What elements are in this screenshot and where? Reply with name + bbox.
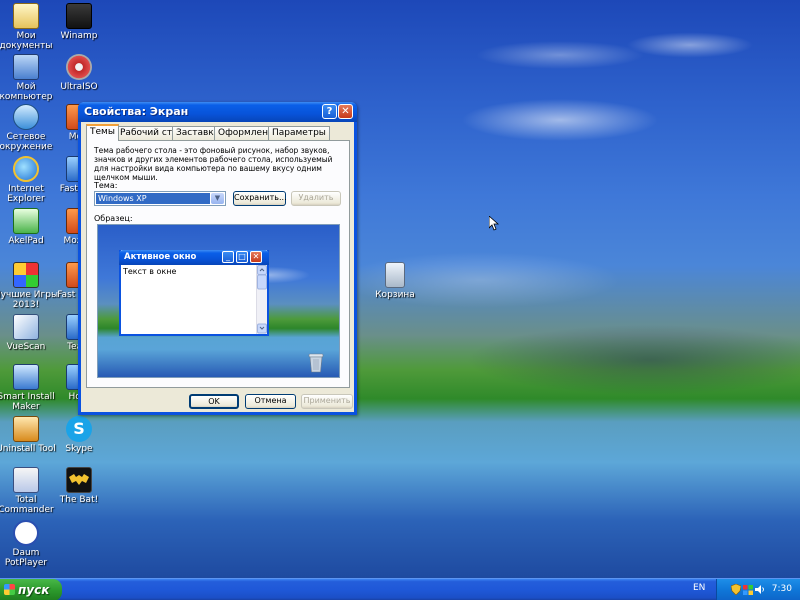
- theme-dropdown-value: Windows XP: [96, 193, 210, 204]
- help-button[interactable]: ?: [322, 104, 337, 119]
- close-button[interactable]: ✕: [338, 104, 353, 119]
- icon-label: Daum PotPlayer: [4, 548, 48, 568]
- desktop-icon-skype[interactable]: S Skype: [44, 416, 114, 454]
- folder-docs-icon: [13, 3, 39, 29]
- preview-window-title: Активное окно: [124, 252, 197, 262]
- icon-label: Корзина: [375, 290, 415, 300]
- mouse-cursor-icon: [489, 216, 499, 231]
- scanner-icon: [13, 314, 39, 340]
- close-icon: ✕: [250, 251, 262, 263]
- recycle-bin-icon: [385, 262, 405, 288]
- preview-window-text: Текст в окне: [123, 267, 177, 276]
- dialog-titlebar[interactable]: Свойства: Экран ? ✕: [78, 102, 357, 122]
- ie-icon: [13, 156, 39, 182]
- notepad-icon: [13, 208, 39, 234]
- theme-description: Тема рабочего стола - это фоновый рисуно…: [94, 146, 333, 182]
- ok-button[interactable]: OK: [189, 394, 239, 409]
- apply-button[interactable]: Применить: [301, 394, 353, 409]
- tab-themes[interactable]: Темы: [86, 124, 119, 141]
- volume-icon[interactable]: [755, 584, 765, 595]
- language-indicator[interactable]: EN: [693, 583, 705, 593]
- desktop-icon-recycle-bin[interactable]: Корзина: [360, 262, 430, 300]
- theme-label: Тема:: [94, 181, 118, 190]
- icon-label: Skype: [65, 444, 93, 454]
- windows-logo-icon: [4, 584, 15, 595]
- theme-dropdown[interactable]: Windows XP ▼: [94, 191, 226, 206]
- chevron-down-icon[interactable]: ▼: [211, 193, 224, 204]
- desktop[interactable]: Мои документы Мой компьютер Сетевое окру…: [0, 0, 800, 578]
- bat-icon: [66, 467, 92, 493]
- dialog-title: Свойства: Экран: [84, 105, 189, 118]
- display-properties-dialog[interactable]: Свойства: Экран ? ✕ Темы Рабочий стол За…: [78, 102, 357, 415]
- preview-window: Активное окно _ □ ✕ Текст в окне: [119, 250, 269, 336]
- player-icon: [13, 520, 39, 546]
- icon-label: UltraISO: [60, 82, 98, 92]
- themes-panel: Тема рабочего стола - это фоновый рисуно…: [86, 140, 350, 388]
- computer-icon: [13, 54, 39, 80]
- preview-titlebar: Активное окно _ □ ✕: [119, 250, 269, 265]
- floppy-icon: [13, 467, 39, 493]
- network-icon: [13, 104, 39, 130]
- preview-recycle-bin-icon: [308, 353, 324, 373]
- windows-update-icon[interactable]: [743, 584, 753, 595]
- security-shield-icon[interactable]: [731, 584, 741, 595]
- minimize-icon: _: [222, 251, 234, 263]
- icon-label: Winamp: [60, 31, 98, 41]
- theme-preview: Активное окно _ □ ✕ Текст в окне: [97, 224, 340, 378]
- sample-label: Образец:: [94, 214, 133, 223]
- installer-icon: [13, 364, 39, 390]
- desktop-icon-ultraiso[interactable]: UltraISO: [44, 54, 114, 92]
- desktop-icon-winamp[interactable]: Winamp: [44, 3, 114, 41]
- winamp-icon: [66, 3, 92, 29]
- uninstaller-icon: [13, 416, 39, 442]
- icon-label: The Bat!: [59, 495, 99, 505]
- desktop-icon-the-bat[interactable]: The Bat!: [44, 467, 114, 505]
- preview-scrollbar: [256, 265, 267, 334]
- desktop-icon-daum-potplayer[interactable]: Daum PotPlayer: [0, 520, 61, 568]
- delete-theme-button[interactable]: Удалить: [291, 191, 341, 206]
- clock[interactable]: 7:30: [772, 584, 792, 594]
- save-theme-button[interactable]: Сохранить...: [233, 191, 287, 206]
- start-button[interactable]: пуск: [0, 579, 62, 600]
- start-label: пуск: [18, 583, 50, 597]
- taskbar: пуск EN 7:30: [0, 578, 800, 600]
- games-icon: [13, 262, 39, 288]
- disc-icon: [66, 54, 92, 80]
- skype-icon: S: [66, 416, 92, 442]
- maximize-icon: □: [236, 251, 248, 263]
- tab-settings[interactable]: Параметры: [268, 126, 330, 140]
- system-tray: 7:30: [716, 579, 800, 600]
- cancel-button[interactable]: Отмена: [245, 394, 296, 409]
